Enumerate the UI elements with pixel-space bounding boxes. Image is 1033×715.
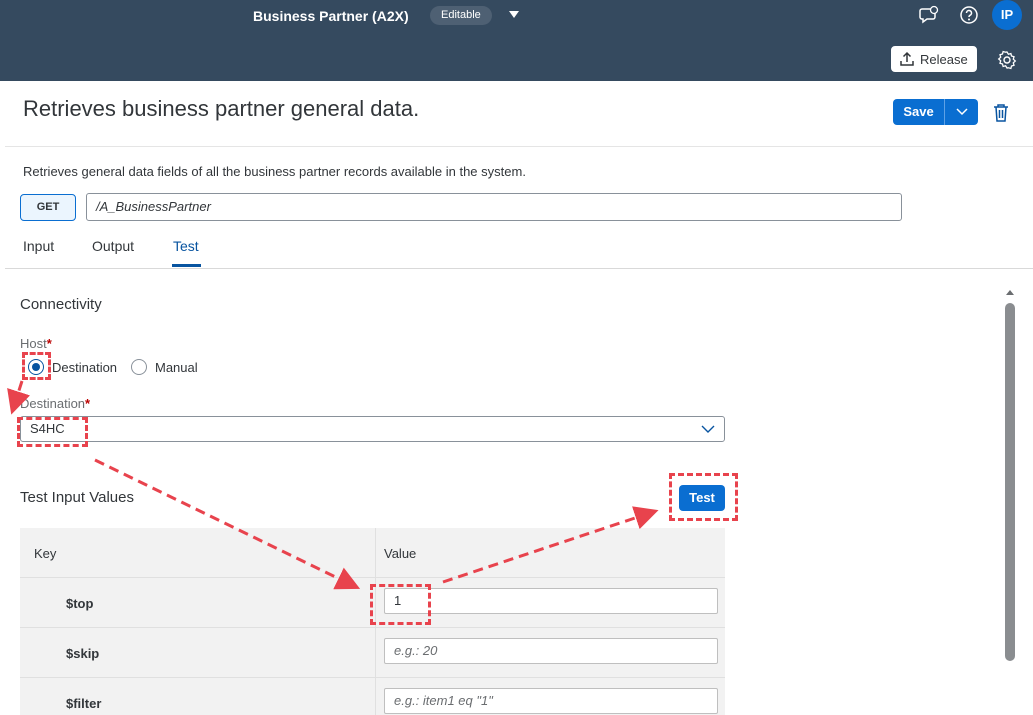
chevron-down-icon[interactable] [509,11,519,18]
trash-icon[interactable] [991,102,1011,124]
upload-icon [900,51,914,66]
destination-label-text: Destination [20,396,86,411]
table-header: Key Value [20,528,725,578]
destination-select[interactable]: S4HC [20,416,725,442]
http-method-button[interactable]: GET [20,194,76,221]
description: Retrieves general data fields of all the… [23,164,526,179]
radio-manual-label[interactable]: Manual [155,360,198,376]
shell-bar: Business Partner (A2X) Editable IP Relea… [0,0,1033,81]
required-marker: * [85,396,91,411]
table-row: $skip e.g.: 20 [20,628,725,678]
scrollbar-thumb[interactable] [1005,303,1015,661]
radio-destination-label[interactable]: Destination [52,360,117,376]
status-badge: Editable [430,6,492,25]
divider [5,268,1033,269]
feedback-icon[interactable] [918,4,940,26]
required-marker: * [46,336,52,351]
test-input-title: Test Input Values [20,489,134,506]
release-label: Release [920,51,968,67]
app-title: Business Partner (A2X) [253,8,409,24]
divider [5,146,1033,147]
connectivity-title: Connectivity [20,296,102,313]
page-title: Retrieves business partner general data. [23,96,420,121]
param-value-input[interactable]: e.g.: 20 [384,638,718,664]
annotation-box-top-value [370,584,431,625]
chevron-down-icon [955,108,968,116]
tab-input[interactable]: Input [23,238,54,254]
destination-label: Destination* [20,396,90,412]
column-header-value: Value [384,546,417,561]
host-label: Host* [20,336,52,352]
annotation-box-test-button [669,473,738,521]
path-input[interactable]: /A_BusinessPartner [86,193,902,221]
host-label-text: Host [20,336,47,351]
param-value-input[interactable]: e.g.: item1 eq "1" [384,688,718,714]
gear-icon[interactable] [996,49,1018,71]
avatar[interactable]: IP [992,0,1022,30]
tab-test[interactable]: Test [173,238,199,254]
tab-active-indicator [172,264,201,267]
param-value-input[interactable]: 1 [384,588,718,614]
release-button[interactable]: Release [891,46,977,72]
chevron-down-icon[interactable] [700,421,716,437]
table-row: $filter e.g.: item1 eq "1" [20,678,725,715]
annotation-box-destination [17,417,88,447]
radio-manual[interactable] [131,359,147,375]
save-button[interactable]: Save [893,99,978,125]
param-key: $skip [66,646,100,661]
param-key: $filter [66,696,102,711]
param-key: $top [66,596,94,611]
annotation-box-radio [22,352,51,380]
save-menu-button[interactable] [944,99,978,125]
tab-output[interactable]: Output [92,238,134,254]
column-header-key: Key [34,546,57,561]
save-label[interactable]: Save [893,99,944,125]
scroll-up-arrow[interactable] [1006,290,1014,295]
help-icon[interactable] [958,4,980,26]
